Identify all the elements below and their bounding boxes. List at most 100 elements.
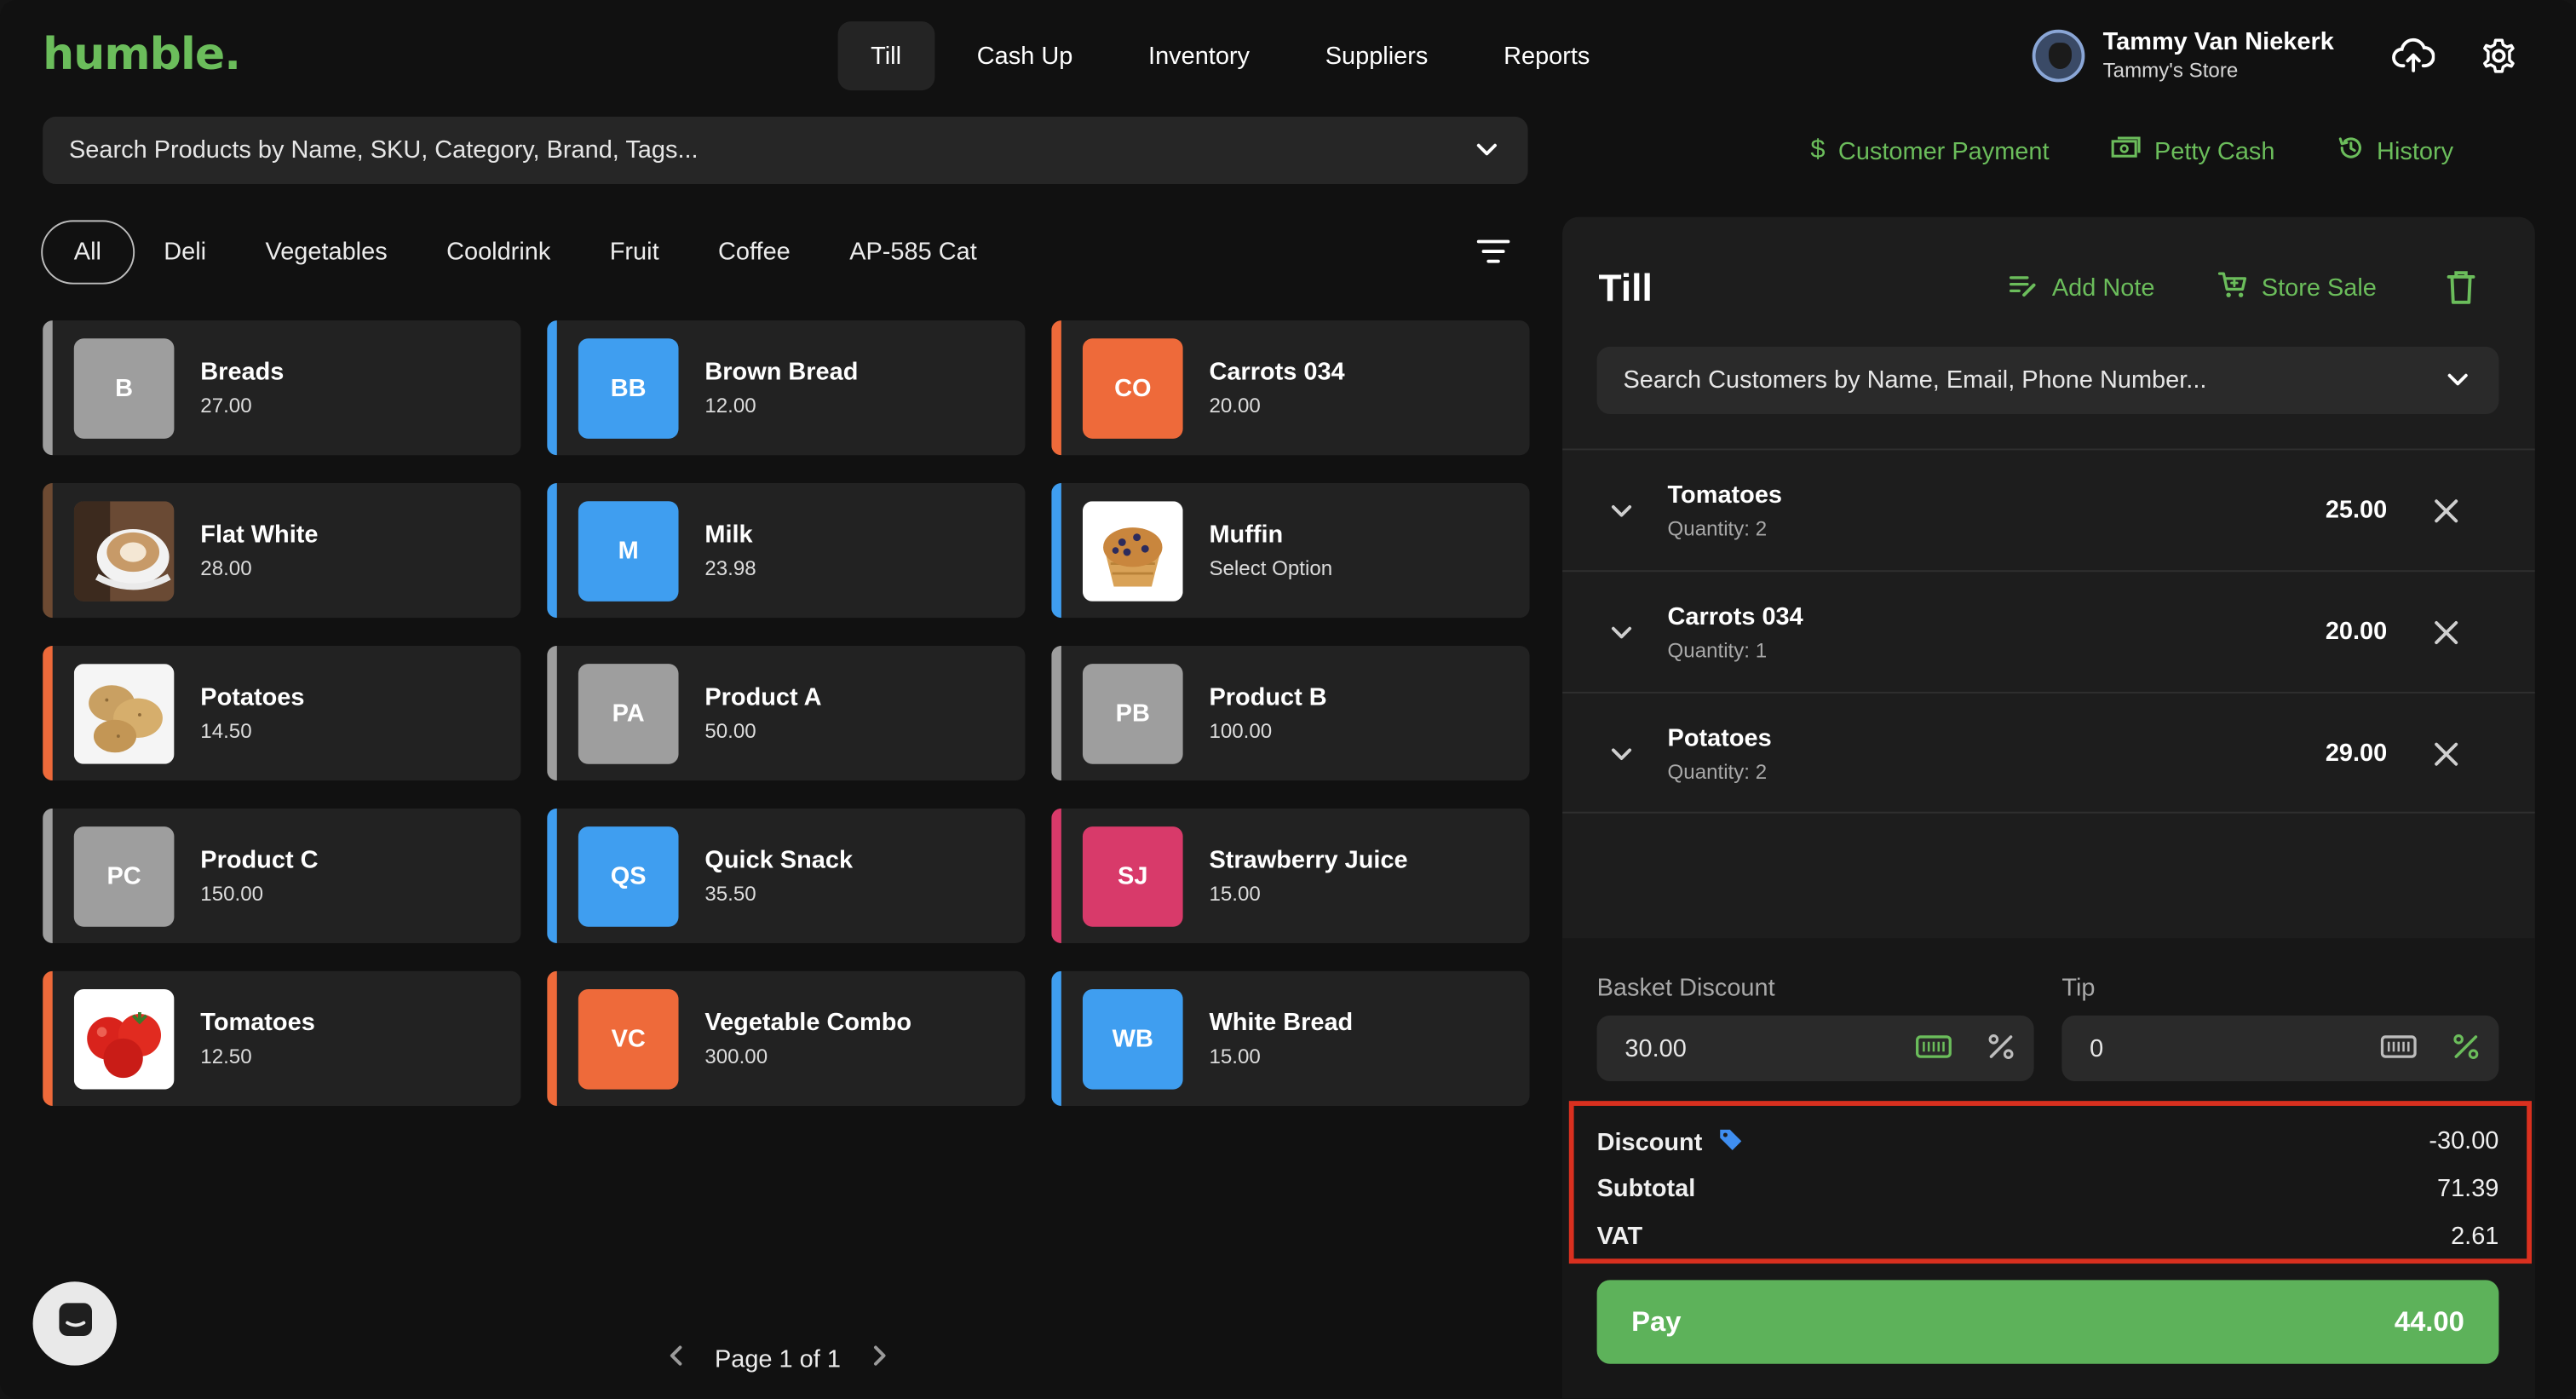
chat-widget-button[interactable] <box>32 1281 117 1366</box>
petty-cash-button[interactable]: Petty Cash <box>2112 135 2275 168</box>
category-color-strip <box>547 645 557 781</box>
product-card[interactable]: M Milk 23.98 <box>547 483 1026 619</box>
tip-value: 0 <box>2090 1034 2104 1062</box>
petty-cash-label: Petty Cash <box>2153 137 2275 165</box>
product-price: 50.00 <box>704 719 756 743</box>
nav-cash-up[interactable]: Cash Up <box>944 21 1106 90</box>
nav-till[interactable]: Till <box>837 21 934 91</box>
cloud-upload-icon[interactable] <box>2392 36 2435 75</box>
percent-icon[interactable] <box>1987 1032 2016 1068</box>
dollar-icon: $ <box>1810 136 1826 164</box>
product-thumbnail <box>1082 500 1183 601</box>
user-profile[interactable]: Tammy Van Niekerk Tammy's Store <box>2032 28 2334 82</box>
till-title: Till <box>1598 266 1653 309</box>
history-button[interactable]: History <box>2337 135 2453 168</box>
cash-amount-icon[interactable] <box>1916 1033 1952 1067</box>
trash-icon[interactable] <box>2447 269 2476 314</box>
product-card[interactable]: B Breads 27.00 <box>43 320 521 456</box>
cash-amount-icon[interactable] <box>2380 1033 2417 1067</box>
note-icon <box>2009 273 2038 303</box>
category-color-strip <box>43 808 53 944</box>
nav-inventory[interactable]: Inventory <box>1115 21 1282 90</box>
pagination: Page 1 of 1 <box>665 1344 890 1374</box>
basket-item-name: Potatoes <box>1667 724 1772 753</box>
customer-payment-button[interactable]: $ Customer Payment <box>1810 135 2049 168</box>
category-color-strip <box>43 483 53 619</box>
product-name: Quick Snack <box>704 846 854 875</box>
basket-line-item[interactable]: Carrots 034 Quantity: 1 20.00 <box>1562 570 2535 692</box>
basket-item-quantity: Quantity: 2 <box>1667 760 1768 784</box>
category-color-strip <box>43 645 53 781</box>
product-card[interactable]: VC Vegetable Combo 300.00 <box>547 970 1026 1106</box>
product-search-placeholder: Search Products by Name, SKU, Category, … <box>69 136 699 164</box>
basket-discount-input[interactable]: 30.00 <box>1596 1015 2034 1082</box>
chevron-left-icon[interactable] <box>665 1344 688 1374</box>
category-deli[interactable]: Deli <box>135 220 236 284</box>
product-price: 150.00 <box>200 882 264 906</box>
chevron-down-icon[interactable] <box>1610 499 1633 531</box>
product-price: 27.00 <box>200 394 252 417</box>
chevron-right-icon[interactable] <box>867 1344 890 1374</box>
category-ap-585-cat[interactable]: AP-585 Cat <box>819 220 1006 284</box>
product-card[interactable]: Potatoes 14.50 <box>43 645 521 781</box>
add-note-label: Add Note <box>2051 274 2155 302</box>
product-initials: PA <box>612 699 645 728</box>
close-icon[interactable] <box>2433 619 2459 654</box>
category-fruit[interactable]: Fruit <box>580 220 688 284</box>
product-price: 12.00 <box>704 394 756 417</box>
product-name: White Bread <box>1209 1009 1354 1037</box>
tip-input[interactable]: 0 <box>2061 1015 2499 1082</box>
discount-value: -30.00 <box>2429 1127 2499 1155</box>
gear-icon[interactable] <box>2477 36 2520 75</box>
category-color-strip <box>43 320 53 456</box>
product-card[interactable]: PC Product C 150.00 <box>43 808 521 944</box>
sort-icon[interactable] <box>1475 237 1511 274</box>
chevron-down-icon[interactable] <box>1475 138 1498 168</box>
chevron-down-icon[interactable] <box>2447 368 2470 398</box>
basket-item-price: 20.00 <box>2325 618 2388 646</box>
close-icon[interactable] <box>2433 741 2459 776</box>
product-name: Strawberry Juice <box>1209 846 1408 875</box>
category-color-strip <box>1051 645 1061 781</box>
product-card[interactable]: Flat White 28.00 <box>43 483 521 619</box>
product-card[interactable]: Tomatoes 12.50 <box>43 970 521 1106</box>
category-all[interactable]: All <box>41 220 135 285</box>
nav-suppliers[interactable]: Suppliers <box>1292 21 1461 90</box>
product-price: 15.00 <box>1209 882 1261 906</box>
product-card[interactable]: QS Quick Snack 35.50 <box>547 808 1026 944</box>
customer-search-input[interactable]: Search Customers by Name, Email, Phone N… <box>1596 346 2499 415</box>
subtotal-value: 71.39 <box>2436 1174 2499 1203</box>
category-vegetables[interactable]: Vegetables <box>236 220 417 284</box>
basket-line-item[interactable]: Potatoes Quantity: 2 29.00 <box>1562 691 2535 814</box>
product-card[interactable]: PA Product A 50.00 <box>547 645 1026 781</box>
basket-line-item[interactable]: Tomatoes Quantity: 2 25.00 <box>1562 448 2535 571</box>
product-card[interactable]: WB White Bread 15.00 <box>1051 970 1530 1106</box>
product-card[interactable]: SJ Strawberry Juice 15.00 <box>1051 808 1530 944</box>
chevron-down-icon[interactable] <box>1610 743 1633 774</box>
category-color-strip <box>43 970 53 1106</box>
product-thumbnail: SJ <box>1082 826 1183 926</box>
close-icon[interactable] <box>2433 498 2459 533</box>
product-card[interactable]: BB Brown Bread 12.00 <box>547 320 1026 456</box>
product-card[interactable]: PB Product B 100.00 <box>1051 645 1530 781</box>
chevron-down-icon[interactable] <box>1610 621 1633 653</box>
category-cooldrink[interactable]: Cooldrink <box>417 220 580 284</box>
category-color-strip <box>1051 483 1061 619</box>
product-price: 23.98 <box>704 556 756 580</box>
product-thumbnail: B <box>73 337 175 438</box>
product-price: 100.00 <box>1209 719 1273 743</box>
product-card[interactable]: CO Carrots 034 20.00 <box>1051 320 1530 456</box>
customer-payment-label: Customer Payment <box>1837 137 2050 165</box>
pay-button[interactable]: Pay 44.00 <box>1596 1280 2499 1364</box>
category-color-strip <box>547 808 557 944</box>
category-coffee[interactable]: Coffee <box>688 220 819 284</box>
percent-icon[interactable] <box>2451 1032 2481 1068</box>
history-icon <box>2337 135 2364 168</box>
store-sale-button[interactable]: Store Sale <box>2217 271 2377 306</box>
add-note-button[interactable]: Add Note <box>2009 271 2155 306</box>
product-search-input[interactable]: Search Products by Name, SKU, Category, … <box>43 116 1528 185</box>
product-price: 300.00 <box>704 1045 768 1068</box>
avatar <box>2032 28 2085 82</box>
product-card[interactable]: Muffin Select Option <box>1051 483 1530 619</box>
nav-reports[interactable]: Reports <box>1471 21 1623 90</box>
